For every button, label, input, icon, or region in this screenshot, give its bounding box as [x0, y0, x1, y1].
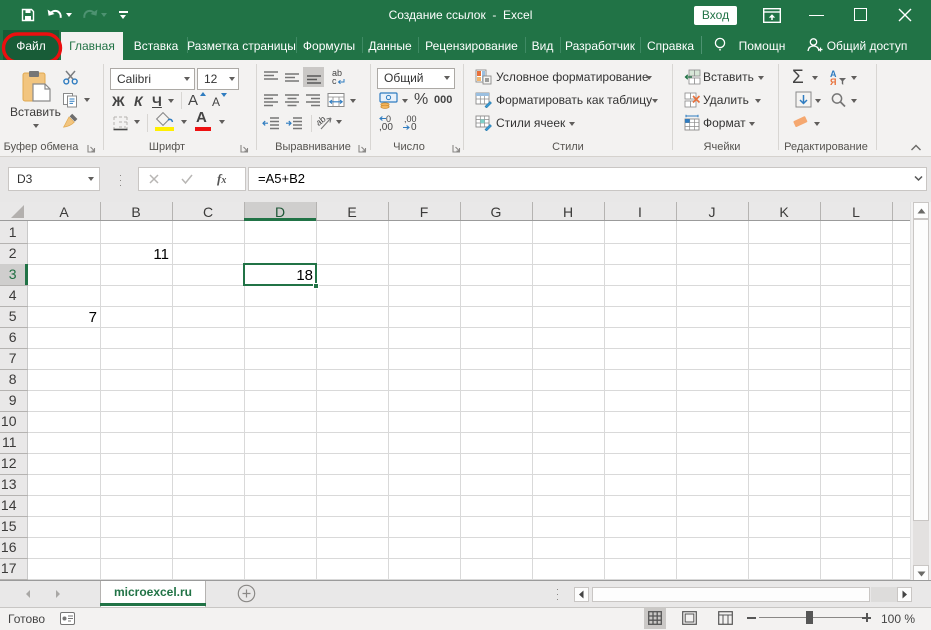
svg-text:ab: ab [317, 114, 328, 128]
svg-text:0: 0 [386, 114, 391, 124]
svg-text:0: 0 [411, 122, 417, 132]
svg-text:c: c [332, 76, 337, 86]
svg-text:Я: Я [830, 77, 836, 86]
